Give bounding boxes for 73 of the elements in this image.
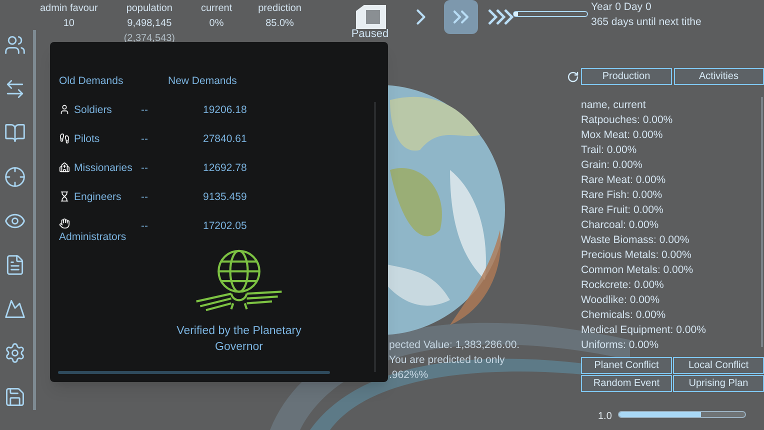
old-demand: -- — [141, 132, 149, 147]
stat-subvalue: (2,374,543) — [124, 32, 175, 46]
settings-icon[interactable] — [4, 342, 26, 364]
column-header: Old Demands — [59, 74, 124, 89]
hourglass-icon — [59, 191, 70, 202]
document-icon[interactable] — [4, 254, 26, 276]
frame-button[interactable]: Activities — [674, 68, 764, 85]
production-item: Chemicals: 0.00% — [581, 308, 667, 323]
mountains-icon[interactable] — [4, 298, 26, 320]
stat-label: current — [200, 2, 232, 16]
list-header: name, current — [581, 98, 647, 113]
frame-button[interactable]: Random Event — [581, 375, 672, 392]
production-item: Medical Equipment: 0.00% — [581, 323, 707, 338]
role-name: Engineers — [74, 190, 122, 205]
speed-slider-track[interactable] — [618, 411, 746, 418]
production-item: Grain: 0.00% — [581, 158, 644, 173]
production-item: Common Metals: 0.00% — [581, 263, 694, 278]
save-icon[interactable] — [4, 386, 26, 408]
book-icon[interactable] — [4, 122, 26, 144]
refresh-icon[interactable] — [567, 70, 579, 82]
production-item: Trail: 0.00% — [581, 143, 638, 158]
old-demand: -- — [141, 102, 149, 118]
hand-icon — [59, 218, 70, 229]
role-name: Pilots — [74, 132, 100, 147]
tithe-text: 365 days until next tithe — [591, 15, 702, 30]
stat-label: admin favour — [40, 2, 98, 16]
production-item: Waste Biomass: 0.00% — [581, 233, 690, 248]
production-item: Woodlike: 0.00% — [581, 293, 661, 308]
column-header: New Demands — [168, 74, 237, 89]
production-item: Rare Meat: 0.00% — [581, 173, 667, 188]
stat-value: 0% — [209, 17, 224, 31]
stat-value: 10 — [63, 17, 74, 31]
new-demand: 27840.61 — [203, 132, 247, 147]
production-item: Rockcrete: 0.00% — [581, 278, 665, 293]
stat-value: 9,498,145 — [127, 17, 172, 31]
verification-text: Verified by the Planetary Governor — [176, 324, 302, 355]
production-item: Precious Metals: 0.00% — [581, 248, 692, 263]
production-item: Charcoal: 0.00% — [581, 218, 660, 233]
role-name: Administrators — [59, 230, 126, 245]
frame-button[interactable]: Planet Conflict — [581, 357, 672, 374]
new-demand: 17202.05 — [203, 218, 247, 234]
role-name: Missionaries — [74, 160, 132, 176]
old-demand: -- — [141, 160, 149, 176]
speed-reading: 1.0 — [598, 410, 612, 424]
slider-track[interactable] — [513, 11, 588, 17]
production-item: Mox Meat: 0.00% — [581, 128, 664, 143]
frame-button[interactable]: Production — [581, 68, 672, 85]
stat-value: 85.0% — [266, 17, 294, 31]
forecast-text: pected Value: 1,383,286.00. — [389, 338, 520, 353]
stat-label: population — [126, 2, 172, 16]
forecast-text: You are predicted to only — [389, 353, 506, 368]
swap-arrows-icon[interactable] — [4, 78, 26, 100]
church-icon — [59, 162, 70, 174]
frame-button[interactable]: Local Conflict — [673, 357, 764, 374]
old-demand: -- — [141, 218, 149, 234]
crosshair-icon[interactable] — [4, 166, 26, 188]
people-icon[interactable] — [4, 34, 26, 56]
forecast-text: .962%% — [389, 368, 430, 383]
stat-label: prediction — [258, 2, 302, 16]
date-text: Year 0 Day 0 — [591, 0, 652, 15]
production-item: Rare Fruit: 0.00% — [581, 203, 664, 218]
new-demand: 9135.459 — [203, 190, 247, 205]
role-name: Soldiers — [74, 102, 112, 118]
production-item: Rare Fish: 0.00% — [581, 188, 664, 203]
person-icon — [59, 104, 70, 116]
production-item: Uniforms: 0.00% — [581, 338, 660, 353]
production-item: Ratpouches: 0.00% — [581, 113, 674, 128]
footprint-icon — [59, 133, 70, 144]
old-demand: -- — [141, 190, 149, 205]
new-demand: 12692.78 — [203, 160, 247, 176]
speed-button[interactable] — [444, 0, 478, 34]
new-demand: 19206.18 — [203, 102, 247, 118]
frame-button[interactable]: Uprising Plan — [673, 375, 764, 392]
